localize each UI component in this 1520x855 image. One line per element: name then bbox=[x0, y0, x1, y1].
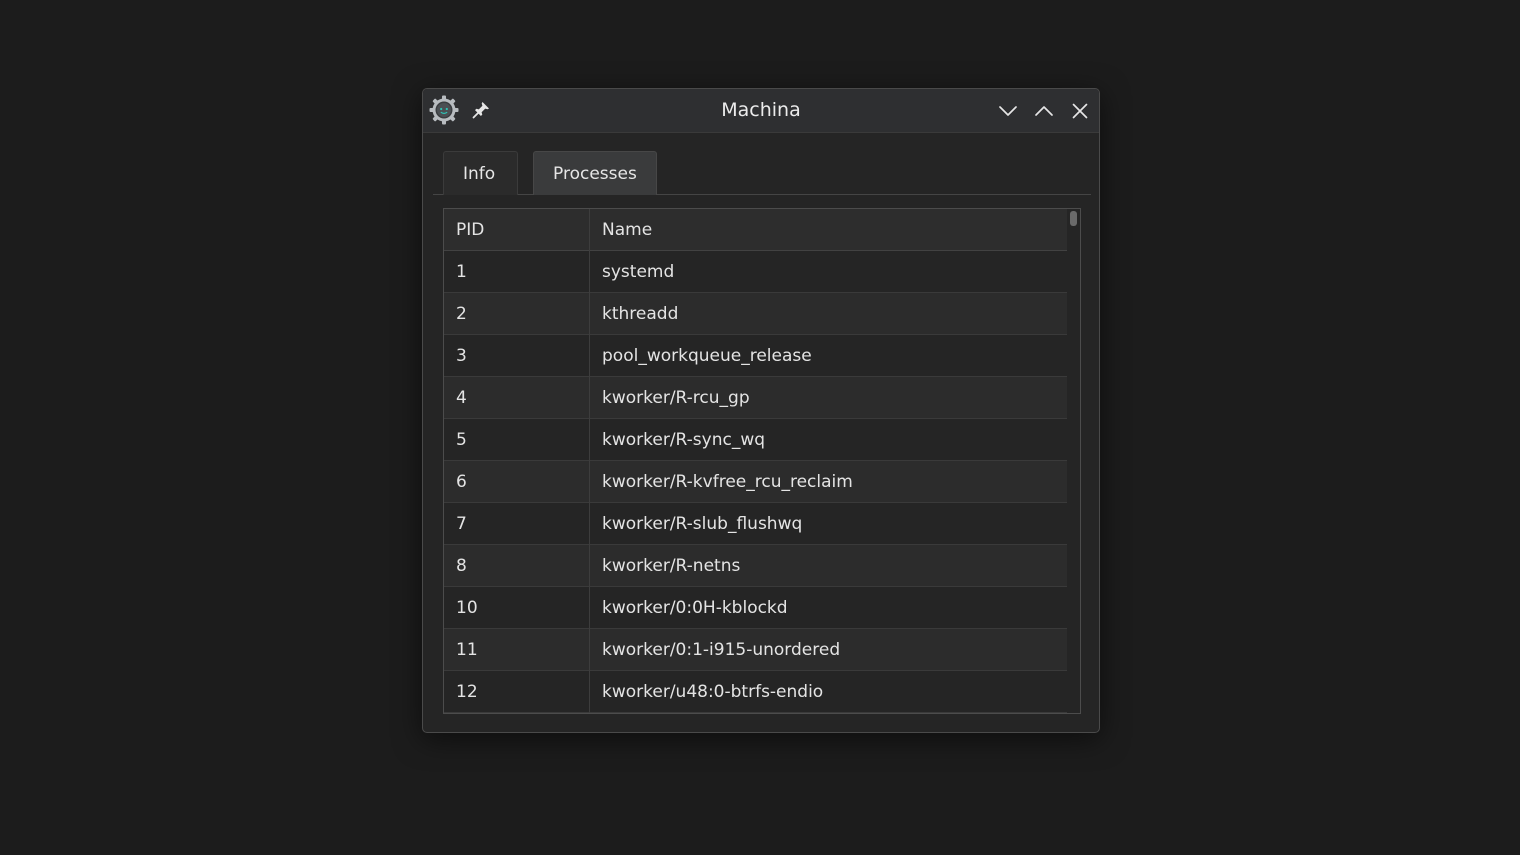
column-header-pid[interactable]: PID bbox=[444, 209, 590, 251]
pid-cell: 6 bbox=[444, 461, 590, 503]
table-row[interactable]: 12 kworker/u48:0-btrfs-endio bbox=[444, 671, 1067, 713]
table-row[interactable]: 11 kworker/0:1-i915-unordered bbox=[444, 629, 1067, 671]
pid-cell: 4 bbox=[444, 377, 590, 419]
chevron-up-icon bbox=[1035, 106, 1053, 116]
name-cell: systemd bbox=[602, 262, 675, 282]
pid-cell: 2 bbox=[444, 293, 590, 335]
process-table: PID Name 1 systemd 2 kthreadd 3 pool_wor… bbox=[443, 208, 1081, 714]
name-cell: kworker/0:1-i915-unordered bbox=[602, 640, 841, 660]
name-cell: kworker/u48:0-btrfs-endio bbox=[602, 682, 824, 702]
scrollbar-thumb[interactable] bbox=[1070, 211, 1077, 226]
app-window: Machina Info Processes PID Name 1 system… bbox=[422, 88, 1100, 733]
pid-cell: 10 bbox=[444, 587, 590, 629]
table-row[interactable]: 10 kworker/0:0H-kblockd bbox=[444, 587, 1067, 629]
close-button[interactable] bbox=[1067, 98, 1093, 124]
tab-bar: Info Processes bbox=[433, 151, 1091, 195]
table-row[interactable]: 2 kthreadd bbox=[444, 293, 1067, 335]
name-cell: kworker/R-netns bbox=[602, 556, 741, 576]
name-cell: kworker/R-rcu_gp bbox=[602, 388, 750, 408]
tab-info[interactable]: Info bbox=[443, 151, 518, 195]
name-cell: kworker/R-kvfree_rcu_reclaim bbox=[602, 472, 853, 492]
table-row[interactable]: 1 systemd bbox=[444, 251, 1067, 293]
table-row[interactable]: 4 kworker/R-rcu_gp bbox=[444, 377, 1067, 419]
pid-cell: 5 bbox=[444, 419, 590, 461]
column-header-name[interactable]: Name bbox=[590, 209, 1067, 251]
pid-cell: 12 bbox=[444, 671, 590, 713]
pid-cell: 3 bbox=[444, 335, 590, 377]
table-row[interactable]: 5 kworker/R-sync_wq bbox=[444, 419, 1067, 461]
pid-cell: 8 bbox=[444, 545, 590, 587]
name-cell: kworker/R-slub_flushwq bbox=[602, 514, 803, 534]
vertical-scrollbar[interactable] bbox=[1067, 209, 1080, 713]
name-cell: kthreadd bbox=[602, 304, 679, 324]
name-cell: kworker/R-sync_wq bbox=[602, 430, 766, 450]
maximize-button[interactable] bbox=[1031, 98, 1057, 124]
pid-cell: 1 bbox=[444, 251, 590, 293]
table-row[interactable]: 7 kworker/R-slub_flushwq bbox=[444, 503, 1067, 545]
table-header: PID Name bbox=[444, 209, 1067, 251]
name-cell: kworker/0:0H-kblockd bbox=[602, 598, 788, 618]
pid-cell: 11 bbox=[444, 629, 590, 671]
chevron-down-icon bbox=[999, 106, 1017, 116]
minimize-button[interactable] bbox=[995, 98, 1021, 124]
tab-processes[interactable]: Processes bbox=[533, 151, 657, 195]
table-row[interactable]: 8 kworker/R-netns bbox=[444, 545, 1067, 587]
close-icon bbox=[1072, 103, 1088, 119]
title-bar[interactable]: Machina bbox=[423, 89, 1099, 133]
table-row[interactable]: 6 kworker/R-kvfree_rcu_reclaim bbox=[444, 461, 1067, 503]
name-cell: pool_workqueue_release bbox=[602, 346, 812, 366]
table-row[interactable]: 3 pool_workqueue_release bbox=[444, 335, 1067, 377]
pid-cell: 7 bbox=[444, 503, 590, 545]
